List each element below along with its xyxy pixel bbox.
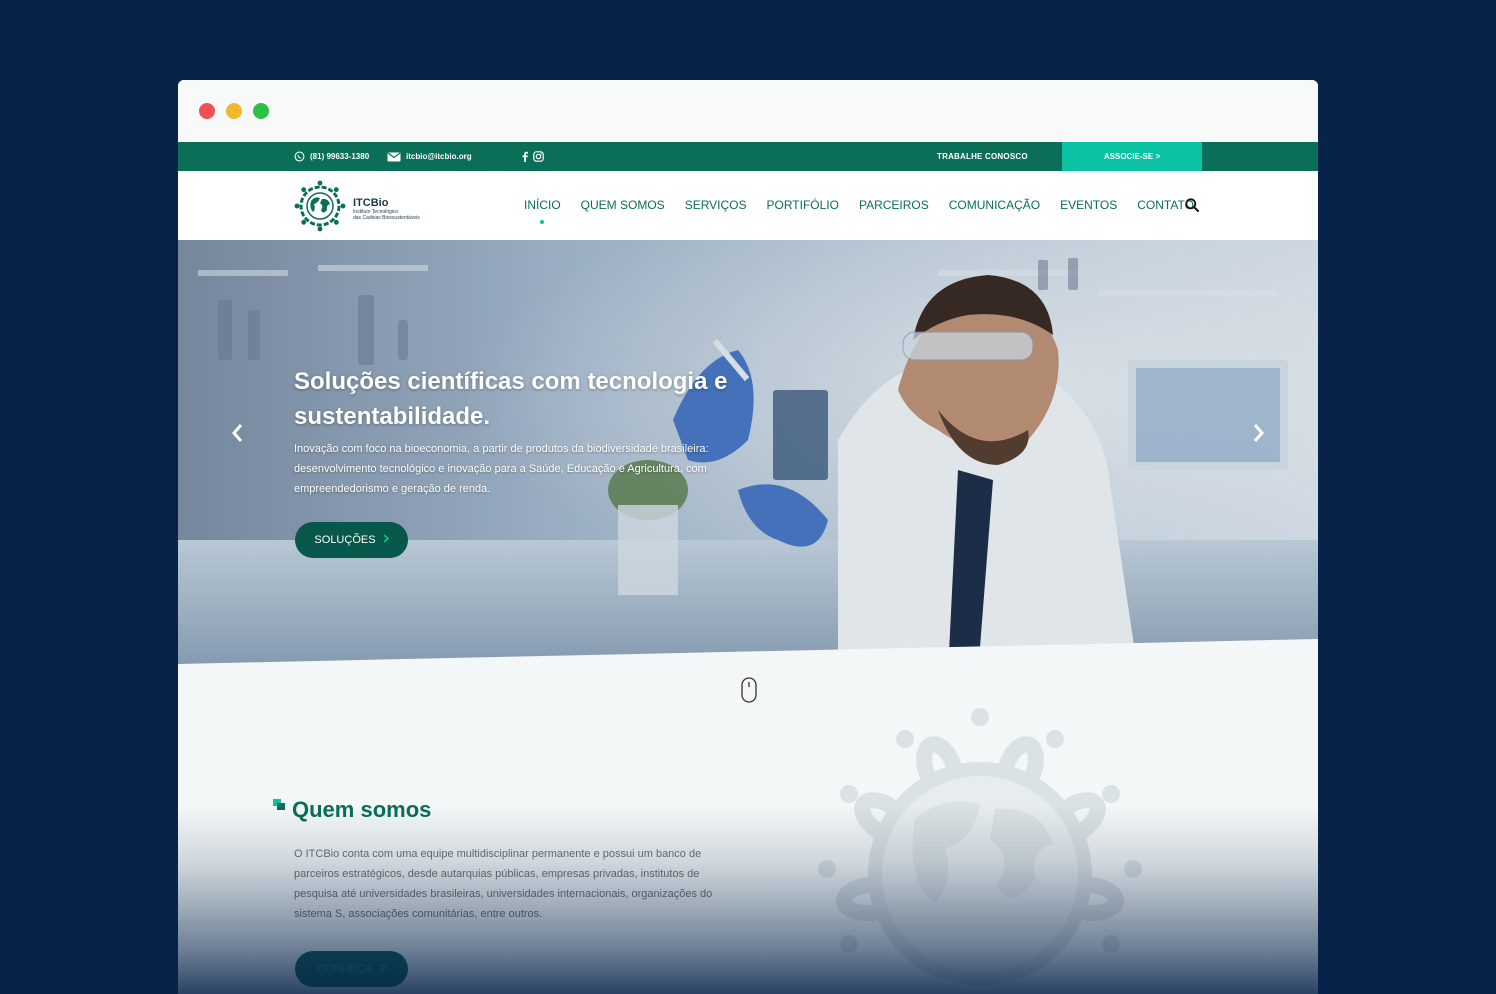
nav-item-eventos[interactable]: EVENTOS bbox=[1060, 198, 1117, 212]
chevron-right-small-icon bbox=[380, 963, 386, 975]
whatsapp-icon bbox=[294, 151, 305, 162]
email-address: itcbio@itcbio.org bbox=[406, 152, 472, 161]
instagram-icon[interactable] bbox=[533, 151, 544, 162]
phone-number: (81) 99633-1380 bbox=[310, 152, 370, 161]
hero-angled-divider bbox=[178, 639, 1318, 673]
close-window-button[interactable] bbox=[199, 103, 215, 119]
hero-slider: Soluções científicas com tecnologia e su… bbox=[178, 240, 1318, 673]
about-title: Quem somos bbox=[292, 797, 432, 822]
maximize-window-button[interactable] bbox=[253, 103, 269, 119]
chevron-right-icon[interactable] bbox=[1248, 421, 1268, 445]
hero-title: Soluções científicas com tecnologia e su… bbox=[294, 368, 728, 430]
window-chrome bbox=[178, 80, 1318, 142]
phone-link[interactable]: (81) 99633-1380 bbox=[294, 142, 369, 171]
work-with-us-link[interactable]: TRABALHE CONOSCO bbox=[937, 142, 1028, 171]
nav-item-comunicacao[interactable]: COMUNICAÇÃO bbox=[949, 198, 1040, 212]
main-navbar: ITCBio Instituto Tecnológico das Cadeias… bbox=[178, 171, 1318, 240]
section-title-icon bbox=[273, 799, 287, 818]
learn-more-button[interactable]: CONHEÇA bbox=[295, 951, 408, 987]
nav-item-servicos[interactable]: SERVIÇOS bbox=[685, 198, 747, 212]
mouse-scroll-icon[interactable] bbox=[741, 677, 757, 708]
chevron-right-small-icon bbox=[383, 534, 389, 546]
solutions-button[interactable]: SOLUÇÕES bbox=[295, 522, 408, 558]
main-nav: INÍCIO QUEM SOMOS SERVIÇOS PORTIFÓLIO PA… bbox=[524, 198, 1214, 224]
nav-item-parceiros[interactable]: PARCEIROS bbox=[859, 198, 929, 212]
join-button[interactable]: ASSOCIE-SE > bbox=[1062, 142, 1202, 171]
globe-watermark-icon bbox=[815, 699, 1145, 994]
logo-name: ITCBio bbox=[353, 196, 389, 209]
about-section: Quem somos O ITCBio conta com uma equipe… bbox=[178, 673, 1318, 994]
logo-subtitle-line-2: das Cadeias Biossustentáveis bbox=[353, 214, 420, 221]
hero-description: Inovação com foco na bioeconomia, a part… bbox=[294, 443, 709, 495]
search-icon[interactable] bbox=[1185, 198, 1199, 217]
site-logo[interactable]: ITCBio Instituto Tecnológico das Cadeias… bbox=[293, 179, 420, 238]
globe-emblem-icon bbox=[293, 179, 347, 238]
nav-item-inicio[interactable]: INÍCIO bbox=[524, 198, 561, 224]
logo-text: ITCBio Instituto Tecnológico das Cadeias… bbox=[353, 197, 420, 221]
about-text: O ITCBio conta com uma equipe multidisci… bbox=[294, 848, 713, 920]
top-contact-bar: (81) 99633-1380 itcbio@itcbio.org TRABAL… bbox=[178, 142, 1318, 171]
social-links bbox=[522, 142, 544, 171]
nav-item-quem-somos[interactable]: QUEM SOMOS bbox=[581, 198, 665, 212]
minimize-window-button[interactable] bbox=[226, 103, 242, 119]
facebook-icon[interactable] bbox=[522, 151, 528, 162]
browser-window: (81) 99633-1380 itcbio@itcbio.org TRABAL… bbox=[178, 80, 1318, 994]
chevron-left-icon[interactable] bbox=[228, 421, 248, 445]
solutions-button-label: SOLUÇÕES bbox=[314, 534, 376, 546]
learn-more-button-label: CONHEÇA bbox=[317, 963, 373, 975]
nav-item-portifolio[interactable]: PORTIFÓLIO bbox=[767, 198, 839, 212]
email-link[interactable]: itcbio@itcbio.org bbox=[387, 142, 472, 171]
mail-icon bbox=[387, 152, 401, 162]
